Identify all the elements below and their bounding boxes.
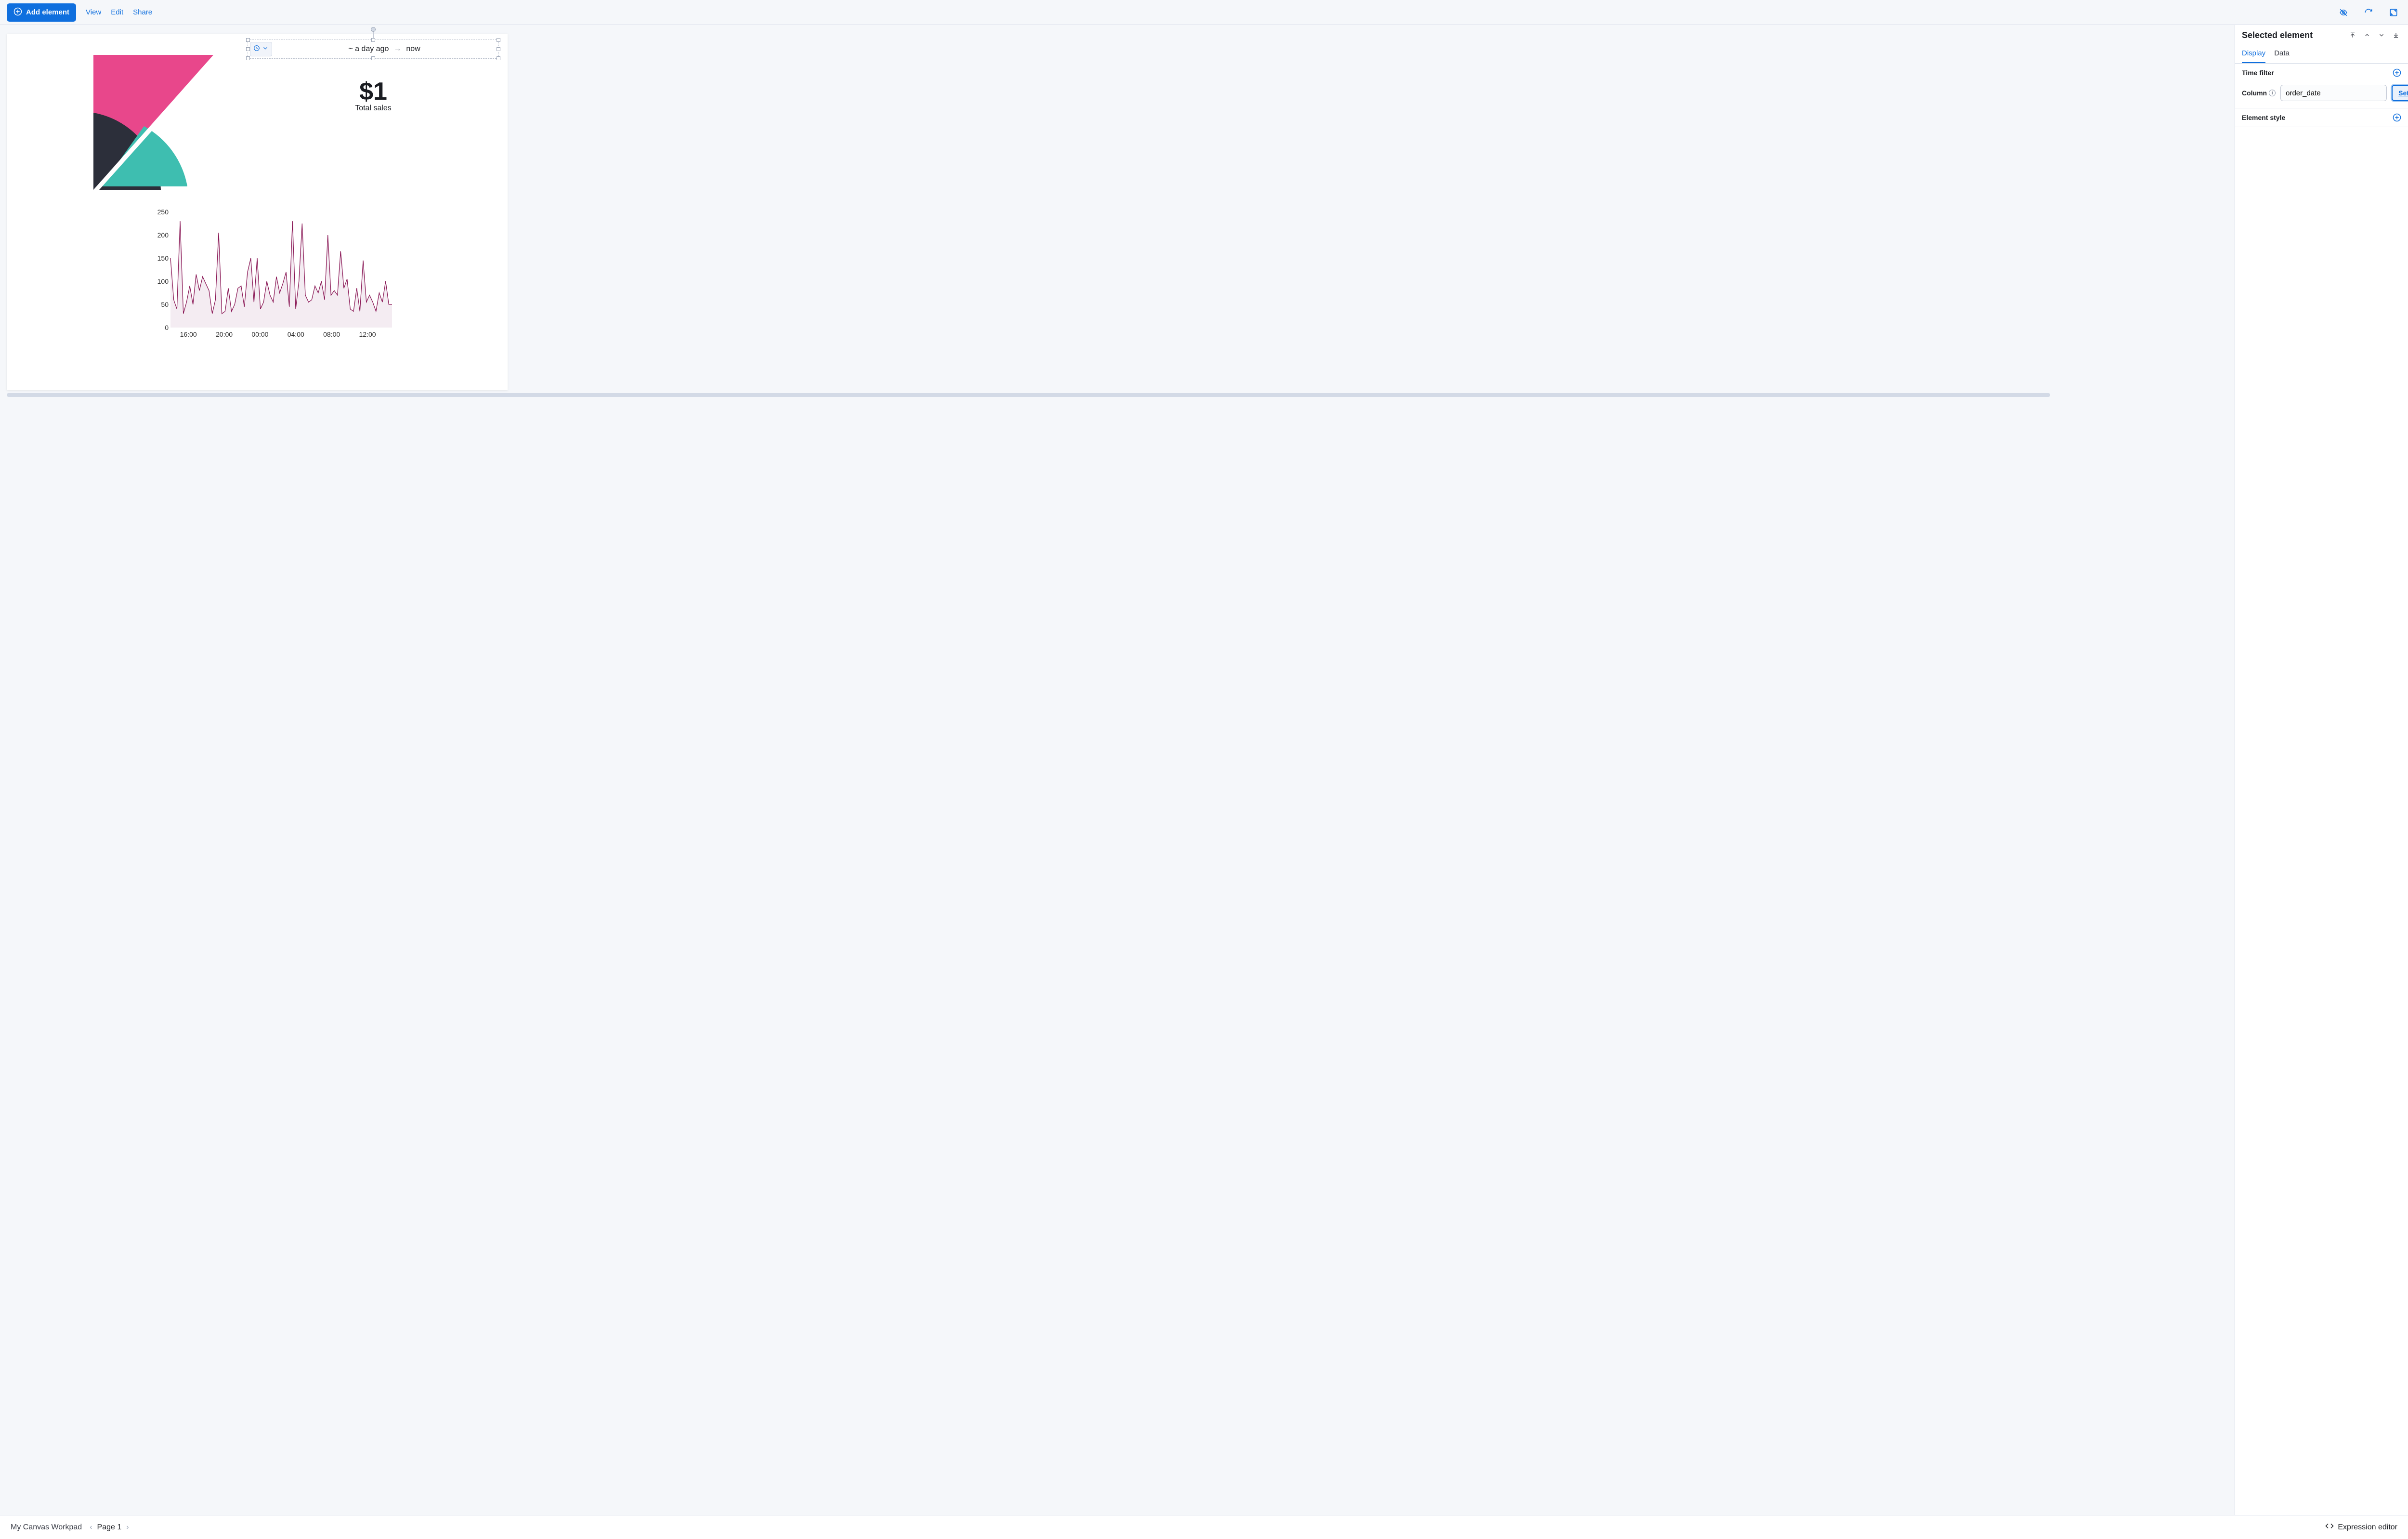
code-icon [2325,1522,2334,1533]
move-down-icon[interactable] [2376,30,2387,40]
y-tick: 0 [144,324,169,331]
prev-page-icon[interactable]: ‹ [90,1523,92,1532]
section-element-style: Element style [2235,108,2408,127]
y-tick: 100 [144,277,169,285]
move-to-top-icon[interactable] [2347,30,2358,40]
time-filter-from: ~ a day ago [348,45,389,53]
column-label: Column i [2242,89,2276,97]
time-filter-to: now [406,45,420,53]
metric-element[interactable]: $1 Total sales [248,77,499,113]
resize-handle-ne[interactable] [497,38,500,42]
tab-data[interactable]: Data [2274,45,2290,63]
kibana-logo [93,55,214,192]
section-time-filter-label: Time filter [2242,69,2274,77]
plus-circle-icon [13,7,22,18]
side-panel: Selected element Display Data Time filte… [2235,25,2408,1515]
canvas-area[interactable]: ~ a day ago → now $1 Total sales 0 50 100 1… [0,25,2235,1515]
add-element-label: Add element [26,8,69,16]
metric-label: Total sales [248,104,499,113]
metric-value: $1 [248,77,499,106]
refresh-icon[interactable] [2361,5,2376,20]
workpad-name[interactable]: My Canvas Workpad [11,1523,82,1532]
time-filter-range[interactable]: ~ a day ago → now [272,45,497,53]
next-page-icon[interactable]: › [126,1523,129,1532]
move-to-bottom-icon[interactable] [2391,30,2401,40]
resize-handle-nw[interactable] [246,38,250,42]
move-up-icon[interactable] [2362,30,2372,40]
edit-menu[interactable]: Edit [111,8,123,16]
hide-edit-controls-icon[interactable] [2336,5,2351,20]
fullscreen-icon[interactable] [2386,5,2401,20]
current-page[interactable]: Page 1 [97,1523,122,1532]
x-tick: 00:00 [251,330,268,338]
set-button[interactable]: Set [2392,85,2408,101]
y-tick: 200 [144,231,169,239]
x-tick: 16:00 [180,330,197,338]
add-element-button[interactable]: Add element [7,3,76,22]
share-menu[interactable]: Share [133,8,152,16]
resize-handle-w[interactable] [246,47,250,51]
x-tick: 12:00 [359,330,376,338]
resize-handle-n[interactable] [371,38,375,42]
area-chart-element[interactable]: 05010015020025016:0020:0000:0004:0008:00… [142,212,392,347]
rotate-handle[interactable] [371,27,376,32]
x-tick: 20:00 [216,330,233,338]
arrow-right-icon: → [393,45,401,53]
resize-handle-s[interactable] [371,56,375,60]
top-toolbar: Add element View Edit Share [0,0,2408,25]
y-tick: 250 [144,208,169,216]
info-icon[interactable]: i [2269,90,2276,96]
add-element-style-icon[interactable] [2393,113,2401,122]
workpad-page[interactable]: ~ a day ago → now $1 Total sales 0 50 100 1… [7,34,508,390]
time-filter-quickselect-button[interactable] [250,42,272,56]
view-menu[interactable]: View [86,8,101,16]
clock-icon [253,45,260,54]
x-tick: 08:00 [323,330,340,338]
chevron-down-icon [262,45,269,54]
side-panel-title: Selected element [2242,30,2343,40]
resize-handle-sw[interactable] [246,56,250,60]
time-filter-element[interactable]: ~ a day ago → now [248,39,499,59]
resize-handle-se[interactable] [497,56,500,60]
tab-display[interactable]: Display [2242,45,2265,63]
section-time-filter: Time filter Column i Set ✕ [2235,64,2408,108]
column-input[interactable] [2280,85,2387,101]
y-tick: 150 [144,254,169,262]
expression-editor-label: Expression editor [2338,1523,2397,1532]
canvas-horizontal-scrollbar[interactable] [7,393,2050,397]
page-pager: ‹ Page 1 › [90,1523,129,1532]
x-tick: 04:00 [288,330,304,338]
footer: My Canvas Workpad ‹ Page 1 › Expression … [0,1515,2408,1539]
expression-editor-button[interactable]: Expression editor [2325,1522,2397,1533]
add-time-filter-icon[interactable] [2393,68,2401,77]
y-tick: 50 [144,301,169,308]
side-panel-tabs: Display Data [2235,45,2408,64]
section-element-style-label: Element style [2242,114,2285,121]
resize-handle-e[interactable] [497,47,500,51]
